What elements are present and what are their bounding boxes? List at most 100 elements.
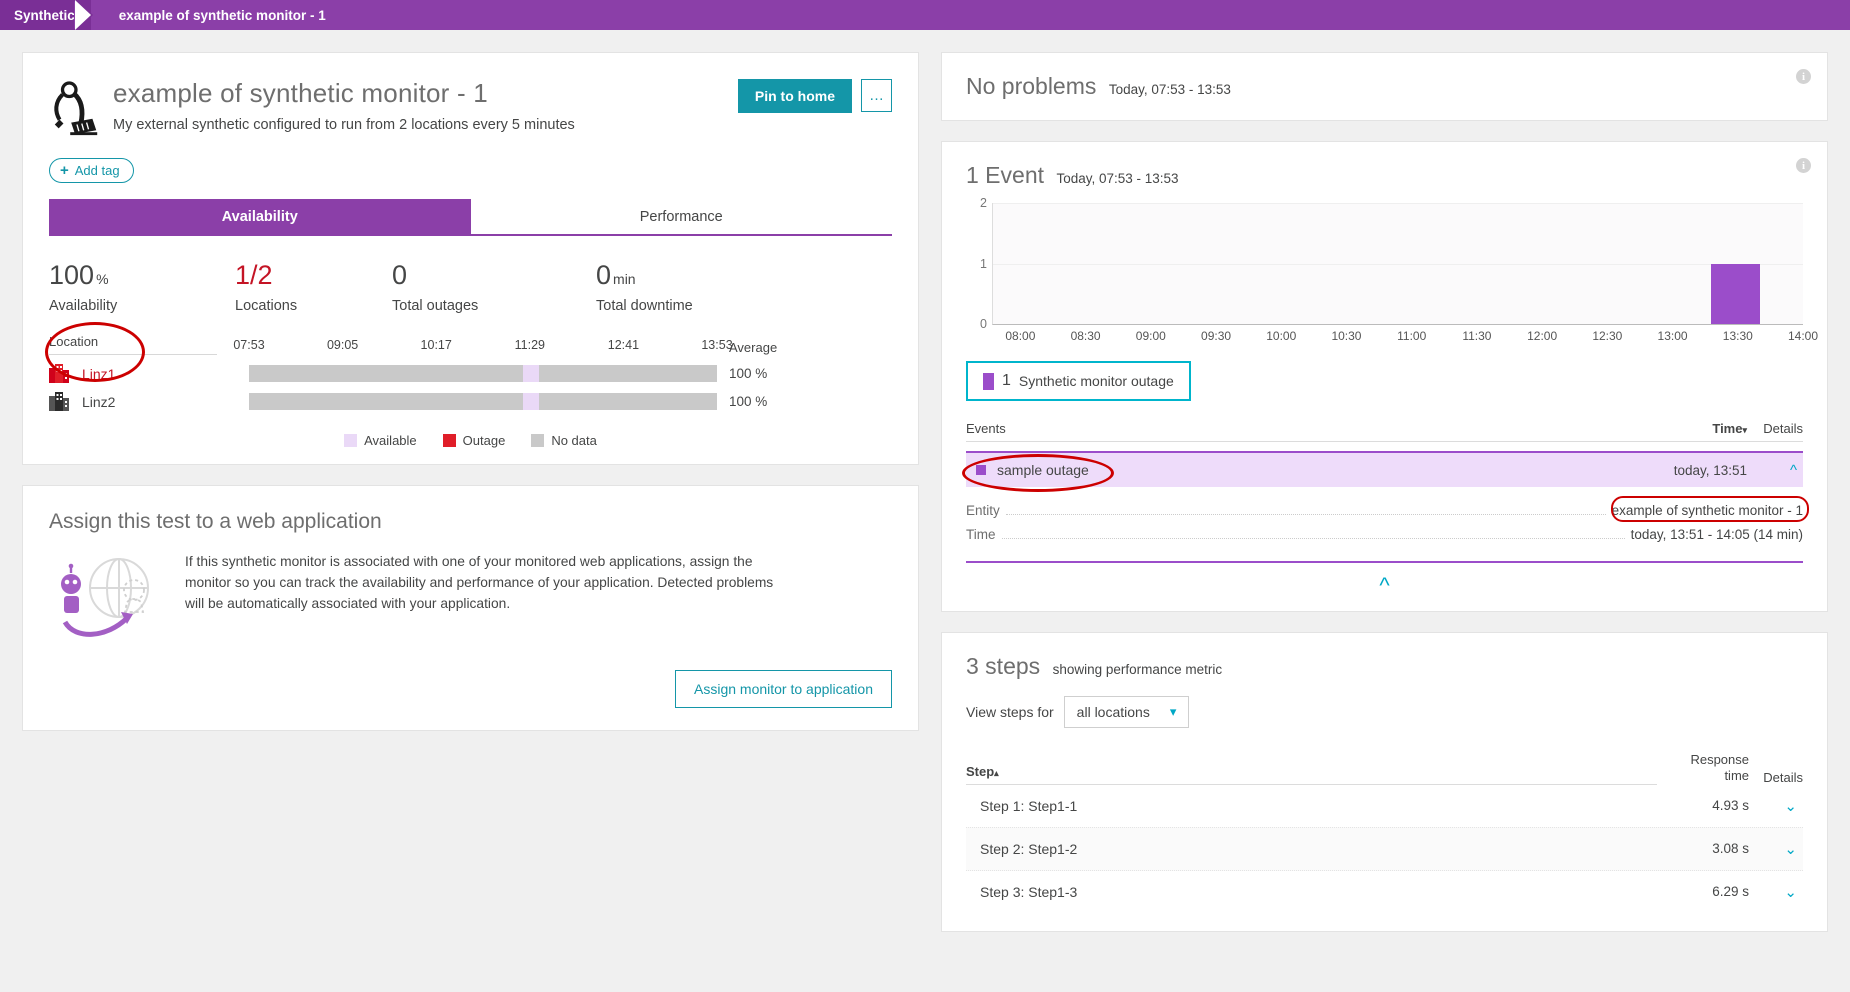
add-tag-label: Add tag: [75, 163, 120, 178]
timeline-tick-09:05: 09:05: [327, 338, 358, 352]
x-axis-tick-12:00: 12:00: [1527, 329, 1557, 343]
availability-timeline: Location 07:5309:0510:1711:2912:4113:53 …: [49, 334, 892, 448]
plus-icon: +: [60, 163, 69, 178]
events-col-time[interactable]: Time▾: [1635, 421, 1747, 436]
detail-row-entity: Entity example of synthetic monitor - 1: [966, 499, 1803, 523]
kpi-total-downtime-label: Total downtime: [596, 298, 693, 314]
timeline-tick-07:53: 07:53: [233, 338, 264, 352]
table-row[interactable]: Step 2: Step1-2 3.08 s ⌄: [966, 827, 1803, 871]
timeline-row-linz2-average: 100 %: [717, 394, 789, 409]
x-axis-tick-13:00: 13:00: [1658, 329, 1688, 343]
kpi-locations-label: Locations: [235, 298, 392, 314]
assign-monitor-to-application-button[interactable]: Assign monitor to application: [675, 670, 892, 708]
legend-swatch-no-data: [531, 434, 544, 447]
y-axis-tick-0: 0: [969, 317, 987, 331]
chevron-down-icon[interactable]: ⌄: [1784, 841, 1797, 858]
timeline-row-linz1-label: Linz1: [82, 366, 115, 382]
x-axis-tick-10:30: 10:30: [1331, 329, 1361, 343]
page-body: example of synthetic monitor - 1 My exte…: [0, 30, 1850, 954]
detail-row-time: Time today, 13:51 - 14:05 (14 min): [966, 523, 1803, 547]
kpi-availability-label: Availability: [49, 298, 235, 314]
kpi-availability: 100% Availability: [49, 262, 235, 314]
x-axis-tick-09:30: 09:30: [1201, 329, 1231, 343]
event-time: today, 13:51: [1635, 463, 1747, 478]
timeline-track-linz2[interactable]: [249, 393, 717, 410]
timeline-tick-11:29: 11:29: [515, 338, 545, 352]
kpi-total-outages-value: 0: [392, 260, 407, 290]
city-buildings-icon: [49, 364, 71, 383]
events-title: 1 Event: [966, 162, 1044, 188]
chevron-up-icon[interactable]: ^: [1790, 462, 1797, 479]
timeline-row-linz1[interactable]: Linz1 100 %: [49, 364, 892, 383]
legend-item-no-data: No data: [531, 433, 597, 448]
kpi-total-outages: 0 Total outages: [392, 262, 596, 314]
no-problems-title: No problems: [966, 73, 1096, 99]
steps-col-step[interactable]: Step▴: [966, 764, 1657, 785]
chevron-down-icon: ▾: [1170, 704, 1177, 720]
monitor-overview-card: example of synthetic monitor - 1 My exte…: [22, 52, 919, 465]
timeline-row-linz2[interactable]: Linz2 100 %: [49, 392, 892, 411]
table-row[interactable]: sample outage today, 13:51 ^: [966, 451, 1803, 487]
assign-heading: Assign this test to a web application: [49, 510, 892, 534]
step-label: Step 1: Step1-1: [966, 798, 1657, 814]
pin-to-home-button[interactable]: Pin to home: [738, 79, 852, 113]
steps-location-select[interactable]: all locations ▾: [1064, 696, 1190, 728]
monitor-subtitle: My external synthetic configured to run …: [113, 117, 738, 133]
table-row[interactable]: Step 3: Step1-3 6.29 s ⌄: [966, 871, 1803, 913]
y-axis-tick-1: 1: [969, 257, 987, 271]
detail-key-time: Time: [966, 527, 996, 542]
add-tag-button[interactable]: + Add tag: [49, 158, 134, 183]
events-chip-count: 1: [1002, 372, 1011, 390]
kpi-row: 100% Availability 1/2 Locations 0 Total …: [49, 236, 892, 334]
timeline-tick-labels: 07:5309:0510:1711:2912:4113:53: [249, 338, 717, 355]
bar-synthetic-monitor-outage[interactable]: [1711, 264, 1760, 325]
events-table-header: Events Time▾ Details: [966, 421, 1803, 442]
kpi-availability-value: 100: [49, 260, 94, 290]
events-collapse-button[interactable]: ^: [966, 563, 1803, 611]
tab-performance[interactable]: Performance: [471, 199, 893, 236]
table-row[interactable]: Step 1: Step1-1 4.93 s ⌄: [966, 785, 1803, 827]
legend-swatch-outage-icon: [983, 373, 994, 390]
robot-globe-icon: [49, 552, 167, 644]
no-problems-range: Today, 07:53 - 13:53: [1109, 82, 1231, 97]
legend-swatch-outage: [443, 434, 456, 447]
chevron-down-icon[interactable]: ⌄: [1784, 884, 1797, 901]
x-axis-tick-11:30: 11:30: [1462, 329, 1491, 343]
legend-item-available: Available: [344, 433, 417, 448]
x-axis-tick-08:30: 08:30: [1071, 329, 1101, 343]
legend-label-available: Available: [364, 433, 417, 448]
detail-value-time: today, 13:51 - 14:05 (14 min): [1631, 527, 1803, 542]
chart-plot-area: 2 1 0: [992, 203, 1803, 325]
timeline-location-header: Location: [49, 334, 217, 355]
kpi-total-downtime-unit: min: [613, 271, 636, 287]
city-buildings-icon: [49, 392, 71, 411]
timeline-track-linz1[interactable]: [249, 365, 717, 382]
steps-filter-label: View steps for: [966, 704, 1054, 720]
kpi-locations: 1/2 Locations: [235, 262, 392, 314]
info-icon[interactable]: i: [1796, 69, 1811, 84]
chevron-down-icon[interactable]: ⌄: [1784, 798, 1797, 815]
timeline-available-segment: [523, 365, 539, 382]
step-response-time: 6.29 s: [1657, 884, 1749, 899]
steps-col-details: Details: [1749, 770, 1803, 785]
steps-title: 3 steps: [966, 653, 1040, 679]
x-axis-tick-labels: 08:0008:3009:0009:3010:0010:3011:0011:30…: [992, 329, 1803, 349]
steps-table-header: Step▴ Response time Details: [966, 752, 1803, 785]
legend-label-no-data: No data: [551, 433, 597, 448]
tab-availability[interactable]: Availability: [49, 199, 471, 236]
timeline-row-linz2-label: Linz2: [82, 394, 115, 410]
timeline-legend: Available Outage No data: [49, 433, 892, 448]
detail-key-entity: Entity: [966, 503, 1000, 518]
x-axis-tick-08:00: 08:00: [1005, 329, 1035, 343]
events-bar-chart: 2 1 0 08:0008:3009:0009:3010:0010:3011:0…: [942, 189, 1827, 349]
more-options-button[interactable]: …: [861, 79, 892, 112]
step-label: Step 3: Step1-3: [966, 884, 1657, 900]
events-legend-chip[interactable]: 1 Synthetic monitor outage: [966, 361, 1191, 401]
kpi-total-downtime: 0min Total downtime: [596, 262, 693, 314]
event-detail-rows: Entity example of synthetic monitor - 1 …: [966, 499, 1803, 547]
header-actions: Pin to home …: [738, 75, 892, 113]
right-column: No problems Today, 07:53 - 13:53 i 1 Eve…: [941, 52, 1828, 932]
no-problems-panel: No problems Today, 07:53 - 13:53 i: [941, 52, 1828, 121]
info-icon[interactable]: i: [1796, 158, 1811, 173]
timeline-row-linz1-average: 100 %: [717, 366, 789, 381]
